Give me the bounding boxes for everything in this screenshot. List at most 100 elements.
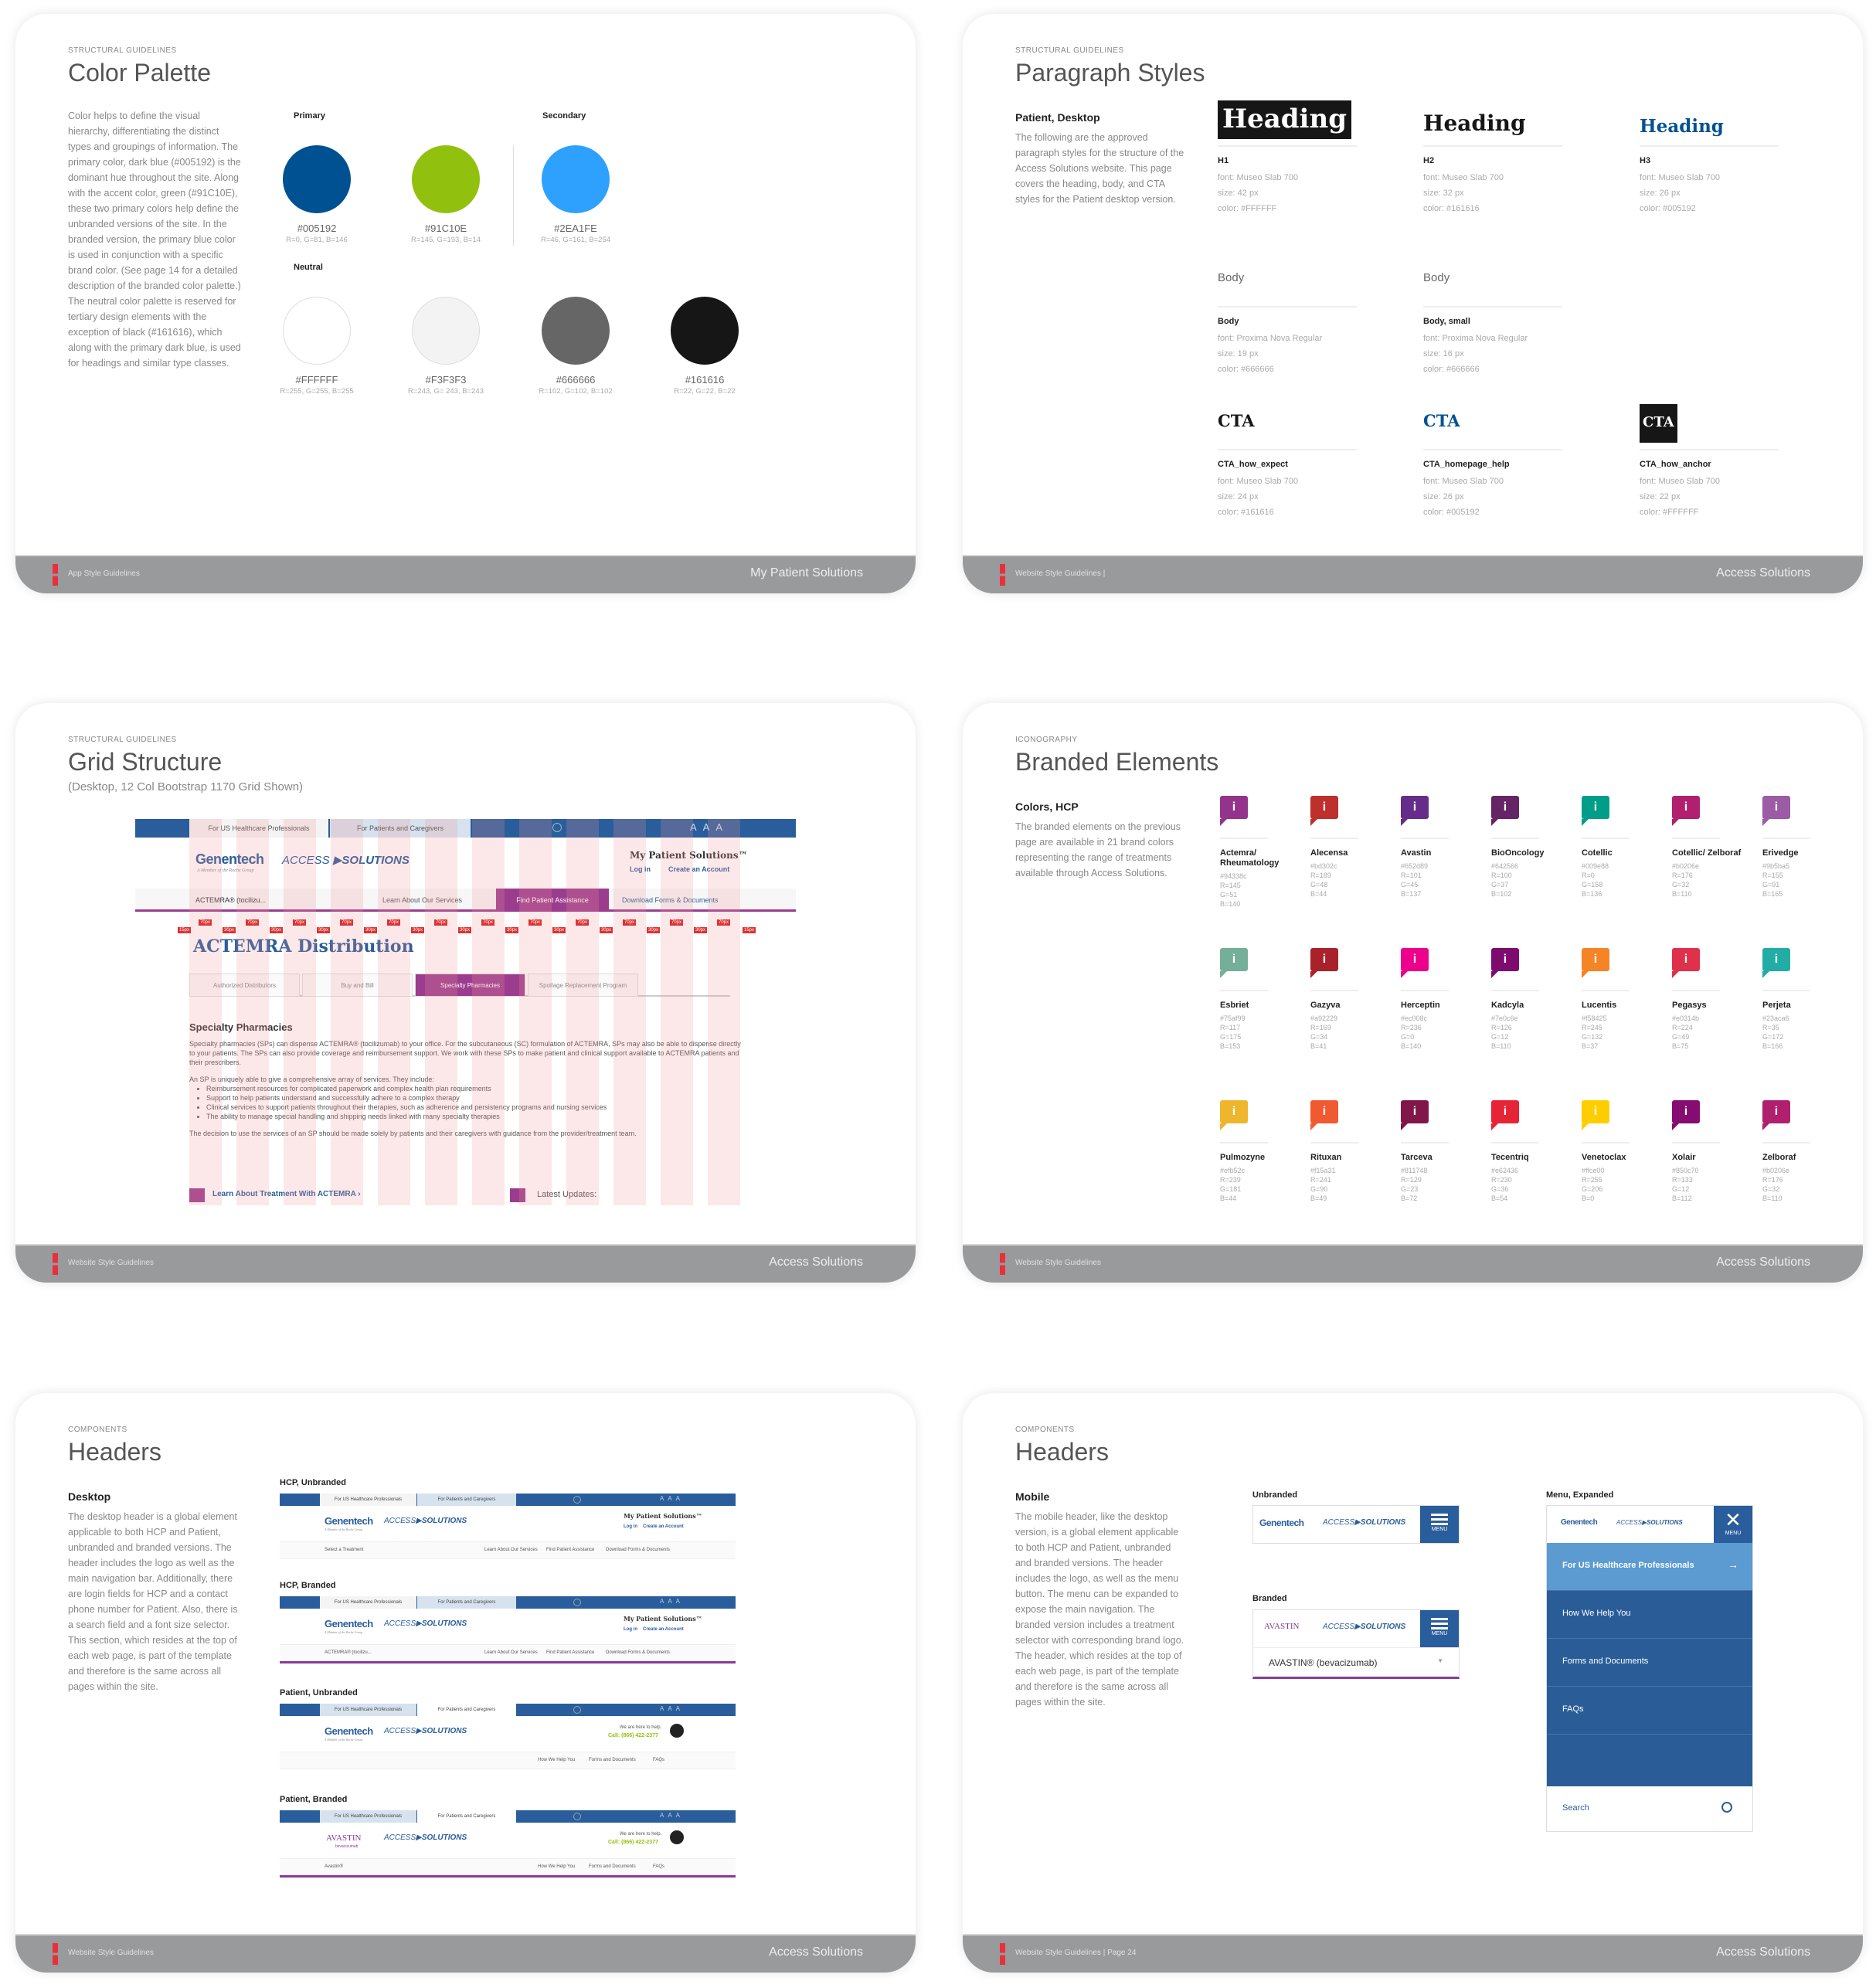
treatment-selector[interactable]: AVASTIN® (bevacizumab) ▼ xyxy=(1253,1647,1459,1677)
access-solutions-logo[interactable]: ACCESS ▶SOLUTIONS xyxy=(282,853,410,867)
login-link[interactable]: Log in xyxy=(624,1627,637,1632)
brand-hex: #efb52c xyxy=(1220,1167,1246,1174)
menu-button[interactable]: MENU xyxy=(1420,1506,1459,1543)
font-size-large[interactable]: A xyxy=(715,821,729,833)
brand-r: R=169 xyxy=(1310,1024,1331,1031)
treatment-cta-link[interactable]: Learn About Treatment With ACTEMRA › xyxy=(212,1190,361,1198)
treatment-selector[interactable]: Select a Treatment xyxy=(325,1548,363,1552)
tab-patients[interactable]: For Patients and Caregivers xyxy=(330,819,471,838)
access-solutions-logo[interactable]: ACCESS▶SOLUTIONS xyxy=(384,1517,467,1525)
search-icon[interactable] xyxy=(573,1496,581,1504)
info-bubble-icon: i xyxy=(1401,1100,1429,1130)
treatment-selector[interactable]: Avastin® xyxy=(325,1864,343,1869)
genentech-logo[interactable]: Genentech xyxy=(325,1515,373,1527)
tab-hcp[interactable]: For US Healthcare Professionals xyxy=(320,1494,416,1506)
subtab[interactable]: Specialty Pharmacies xyxy=(415,974,525,997)
subtab[interactable]: Spoilage Replacement Program xyxy=(528,974,638,997)
brand-name: Cotellic/ Zelboraf xyxy=(1672,848,1742,858)
nav-item[interactable]: Download Forms & Documents xyxy=(606,1650,670,1655)
create-account-link[interactable]: Create an Account xyxy=(643,1627,684,1632)
nav-item[interactable]: FAQs xyxy=(653,1864,664,1869)
tab-patients[interactable]: For Patients and Caregivers xyxy=(417,1494,516,1506)
search-input[interactable]: Search xyxy=(1562,1803,1589,1813)
font-size-selector[interactable]: AAA xyxy=(660,1705,684,1712)
access-solutions-logo[interactable]: ACCESS▶SOLUTIONS xyxy=(384,1619,467,1628)
tab-hcp[interactable]: For US Healthcare Professionals xyxy=(320,1704,416,1716)
access-solutions-logo[interactable]: ACCESS▶SOLUTIONS xyxy=(384,1727,467,1735)
genentech-logo[interactable]: Genentech xyxy=(1561,1518,1598,1527)
genentech-logo[interactable]: Genentech xyxy=(195,851,264,868)
font-size-selector[interactable]: AAA xyxy=(660,1495,684,1502)
nav-item[interactable]: How We Help You xyxy=(538,1758,575,1762)
genentech-logo[interactable]: Genentech xyxy=(1259,1517,1304,1528)
nav-item[interactable]: Find Patient Assistance xyxy=(546,1548,594,1552)
nav-item[interactable]: Download Forms & Documents xyxy=(606,1548,670,1552)
tab-patients[interactable]: For Patients and Caregivers xyxy=(417,1704,516,1716)
phone-icon[interactable] xyxy=(670,1830,684,1844)
mobile-menu-item[interactable]: For US Healthcare Professionals → xyxy=(1547,1543,1752,1591)
create-account-link[interactable]: Create an Account xyxy=(668,865,729,873)
brand-g: G=45 xyxy=(1401,881,1419,889)
nav-item[interactable]: Learn About Our Services xyxy=(484,1548,538,1552)
nav-item[interactable]: Find Patient Assistance xyxy=(546,1650,594,1655)
divider xyxy=(513,145,514,246)
treatment-selector[interactable]: ACTEMRA® (tocilizu... xyxy=(195,896,266,904)
phone-number[interactable]: Call: (866) 422-2377 xyxy=(608,1733,658,1738)
mobile-menu-item[interactable]: Forms and Documents xyxy=(1547,1639,1752,1687)
logo-access: ACCESS xyxy=(384,1727,416,1735)
tab-hcp[interactable]: For US Healthcare Professionals xyxy=(320,1810,416,1823)
treatment-selector[interactable]: ACTEMRA® (tocilizu... xyxy=(325,1650,372,1655)
nav-download-forms[interactable]: Download Forms & Documents xyxy=(622,896,719,904)
info-bubble-icon: i xyxy=(1672,1100,1700,1130)
create-account-link[interactable]: Create an Account xyxy=(643,1524,684,1529)
mobile-menu-item[interactable]: How We Help You xyxy=(1547,1591,1752,1639)
nav-item[interactable]: How We Help You xyxy=(538,1864,575,1869)
avastin-logo[interactable]: AVASTIN xyxy=(1264,1622,1299,1631)
gutter-width-label: 30px xyxy=(223,927,236,933)
access-solutions-logo[interactable]: ACCESS▶SOLUTIONS xyxy=(1323,1623,1405,1631)
genentech-logo[interactable]: Genentech xyxy=(325,1618,373,1629)
nav-item[interactable]: FAQs xyxy=(653,1758,664,1762)
tab-patients[interactable]: For Patients and Caregivers xyxy=(417,1810,516,1823)
brand-hex: #7e0c6e xyxy=(1491,1014,1518,1022)
brand-values: #850c70 R=133 G=12 B=112 xyxy=(1672,1166,1757,1203)
search-icon[interactable] xyxy=(573,1706,581,1714)
access-solutions-logo[interactable]: ACCESS▶SOLUTIONS xyxy=(1323,1518,1405,1527)
nav-find-assistance[interactable]: Find Patient Assistance xyxy=(496,889,609,912)
font-size-medium[interactable]: A xyxy=(703,821,716,833)
phone-number[interactable]: Call: (866) 422-2377 xyxy=(608,1840,658,1845)
access-solutions-logo[interactable]: ACCESS▶SOLUTIONS xyxy=(384,1833,467,1842)
tab-hcp[interactable]: For US Healthcare Professionals xyxy=(320,1596,416,1609)
avastin-logo[interactable]: AVASTIN xyxy=(326,1833,361,1843)
genentech-logo[interactable]: Genentech xyxy=(325,1725,373,1737)
font-size-selector[interactable]: AAA xyxy=(660,1598,684,1605)
menu-button[interactable]: MENU xyxy=(1420,1610,1459,1647)
nav-item[interactable]: Learn About Our Services xyxy=(484,1650,538,1655)
tab-patients[interactable]: For Patients and Caregivers xyxy=(417,1596,516,1609)
font-size-selector[interactable]: AAA xyxy=(690,821,729,833)
nav-item[interactable]: Forms and Documents xyxy=(589,1758,636,1762)
font-size-small[interactable]: A xyxy=(690,821,703,833)
subtab[interactable]: Authorized Distributors xyxy=(189,974,300,997)
column-width-label: 70px xyxy=(340,919,354,926)
search-icon[interactable] xyxy=(1721,1802,1732,1813)
access-solutions-logo[interactable]: ACCESS▶SOLUTIONS xyxy=(1616,1519,1683,1526)
grid-mockup: For US Healthcare Professionals For Pati… xyxy=(135,819,796,1205)
phone-icon[interactable] xyxy=(670,1724,684,1738)
search-icon[interactable] xyxy=(552,823,562,832)
search-icon[interactable] xyxy=(573,1813,581,1820)
mobile-menu-item[interactable]: FAQs xyxy=(1547,1687,1752,1735)
treatment-selected: AVASTIN® (bevacizumab) xyxy=(1269,1657,1378,1668)
updates-icon xyxy=(510,1188,525,1202)
font-size-selector[interactable]: AAA xyxy=(660,1812,684,1819)
nav-item[interactable]: Forms and Documents xyxy=(589,1864,636,1869)
login-link[interactable]: Log in xyxy=(630,865,651,873)
nav-learn-services[interactable]: Learn About Our Services xyxy=(382,896,462,904)
subtab[interactable]: Buy and Bill xyxy=(302,974,413,997)
login-link[interactable]: Log in xyxy=(624,1524,637,1529)
mobile-search[interactable]: Search xyxy=(1547,1786,1752,1831)
desktop-header-mock: For US Healthcare Professionals For Patie… xyxy=(280,1494,736,1559)
tab-hcp[interactable]: For US Healthcare Professionals xyxy=(189,819,328,838)
search-icon[interactable] xyxy=(573,1599,581,1606)
close-menu-button[interactable]: ✕ MENU xyxy=(1714,1506,1752,1543)
